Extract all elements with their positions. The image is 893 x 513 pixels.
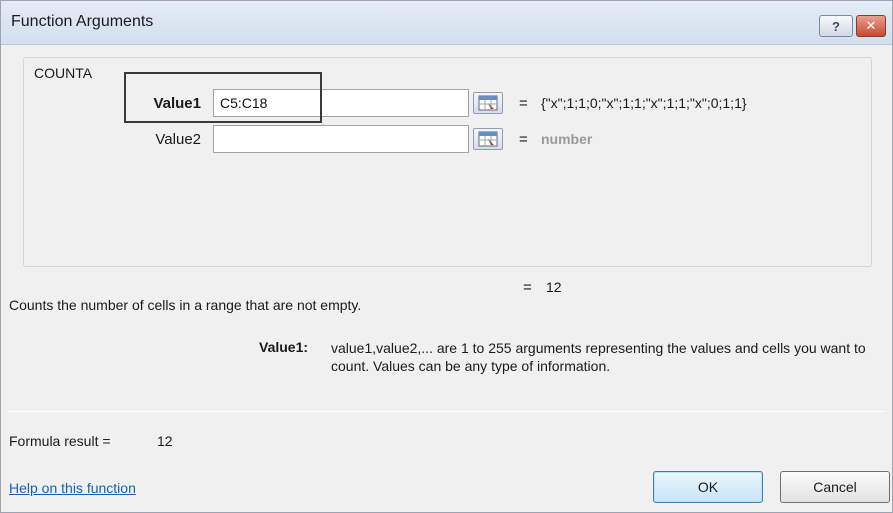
value1-equals: = (519, 95, 528, 112)
range-select-icon (478, 131, 498, 147)
title-bar: Function Arguments ? ✕ (1, 1, 892, 45)
range-select-icon (478, 95, 498, 111)
value1-collapse-button[interactable] (473, 92, 503, 114)
value2-label: Value2 (155, 131, 201, 148)
argument-detail-text: value1,value2,... are 1 to 255 arguments… (331, 340, 866, 374)
function-name: COUNTA (34, 65, 93, 81)
help-button[interactable]: ? (819, 15, 853, 37)
value1-label: Value1 (153, 95, 201, 112)
dialog-title: Function Arguments (11, 13, 154, 30)
argument-detail-label: Value1: (259, 339, 309, 355)
formula-result-value: 12 (157, 433, 173, 449)
value1-result: {"x";1;1;0;"x";1;1;"x";1;1;"x";0;1;1} (541, 95, 747, 111)
result-equals: = (523, 279, 532, 296)
value1-input[interactable] (213, 89, 469, 117)
ok-button[interactable]: OK (653, 471, 763, 503)
function-arguments-dialog: Function Arguments ? ✕ COUNTA Value1 = {… (0, 0, 893, 513)
value2-input[interactable] (213, 125, 469, 153)
value2-collapse-button[interactable] (473, 128, 503, 150)
help-on-function-link[interactable]: Help on this function (9, 480, 136, 496)
value2-equals: = (519, 131, 528, 148)
close-icon: ✕ (865, 18, 877, 33)
close-button[interactable]: ✕ (856, 15, 886, 37)
help-icon: ? (832, 18, 840, 34)
function-description: Counts the number of cells in a range th… (9, 297, 362, 313)
function-result: 12 (546, 279, 562, 295)
divider (9, 411, 885, 412)
formula-result-label: Formula result = (9, 433, 111, 449)
cancel-button[interactable]: Cancel (780, 471, 890, 503)
value2-result: number (541, 131, 593, 147)
